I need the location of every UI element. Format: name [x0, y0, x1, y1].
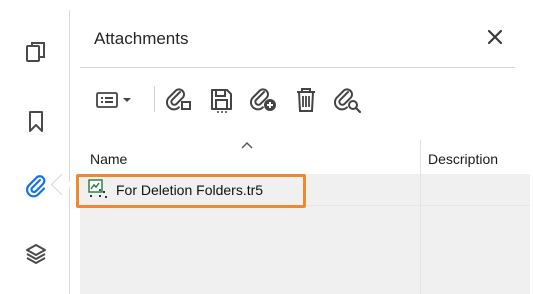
save-attachment-icon — [211, 89, 232, 113]
list-options-icon — [96, 92, 118, 108]
file-name: For Deletion Folders.tr5 — [116, 182, 264, 198]
sort-caret-icon[interactable] — [240, 140, 254, 150]
toolbar-separator — [154, 86, 155, 112]
layers-icon — [26, 244, 46, 264]
panel-title: Attachments — [94, 29, 189, 48]
layers-button[interactable] — [22, 240, 50, 268]
open-attachment-button[interactable] — [164, 84, 196, 116]
close-button[interactable] — [484, 26, 506, 48]
bookmarks-button[interactable] — [22, 108, 50, 136]
column-divider[interactable] — [420, 140, 421, 294]
open-attachment-icon — [166, 88, 191, 111]
chevron-down-icon — [123, 98, 131, 102]
table-row[interactable]: For Deletion Folders.tr5 — [80, 174, 530, 206]
add-attachment-icon — [250, 88, 276, 111]
paperclip-icon — [26, 175, 46, 198]
options-menu-button[interactable] — [92, 84, 136, 116]
description-column-header[interactable]: Description — [428, 151, 498, 167]
pages-button[interactable] — [22, 38, 50, 66]
delete-attachment-button[interactable] — [290, 84, 322, 116]
save-attachment-button[interactable] — [206, 84, 238, 116]
attachments-button[interactable] — [22, 172, 50, 200]
search-attachment-icon — [334, 88, 362, 114]
trash-icon — [297, 88, 315, 112]
attachments-panel: Attachments Name Description For Deletio… — [70, 0, 533, 294]
search-attachments-button[interactable] — [332, 84, 364, 116]
add-attachment-button[interactable] — [248, 84, 280, 116]
navigation-rail — [0, 0, 70, 294]
title-separator — [80, 67, 515, 68]
pages-copy-icon — [26, 42, 45, 62]
bookmark-icon — [29, 111, 43, 132]
attachments-toolbar — [92, 80, 512, 120]
name-column-header[interactable]: Name — [90, 151, 127, 167]
file-icon — [88, 179, 107, 198]
close-icon — [487, 29, 503, 45]
attachments-table: Name Description For Deletion Folders.tr… — [80, 140, 530, 294]
